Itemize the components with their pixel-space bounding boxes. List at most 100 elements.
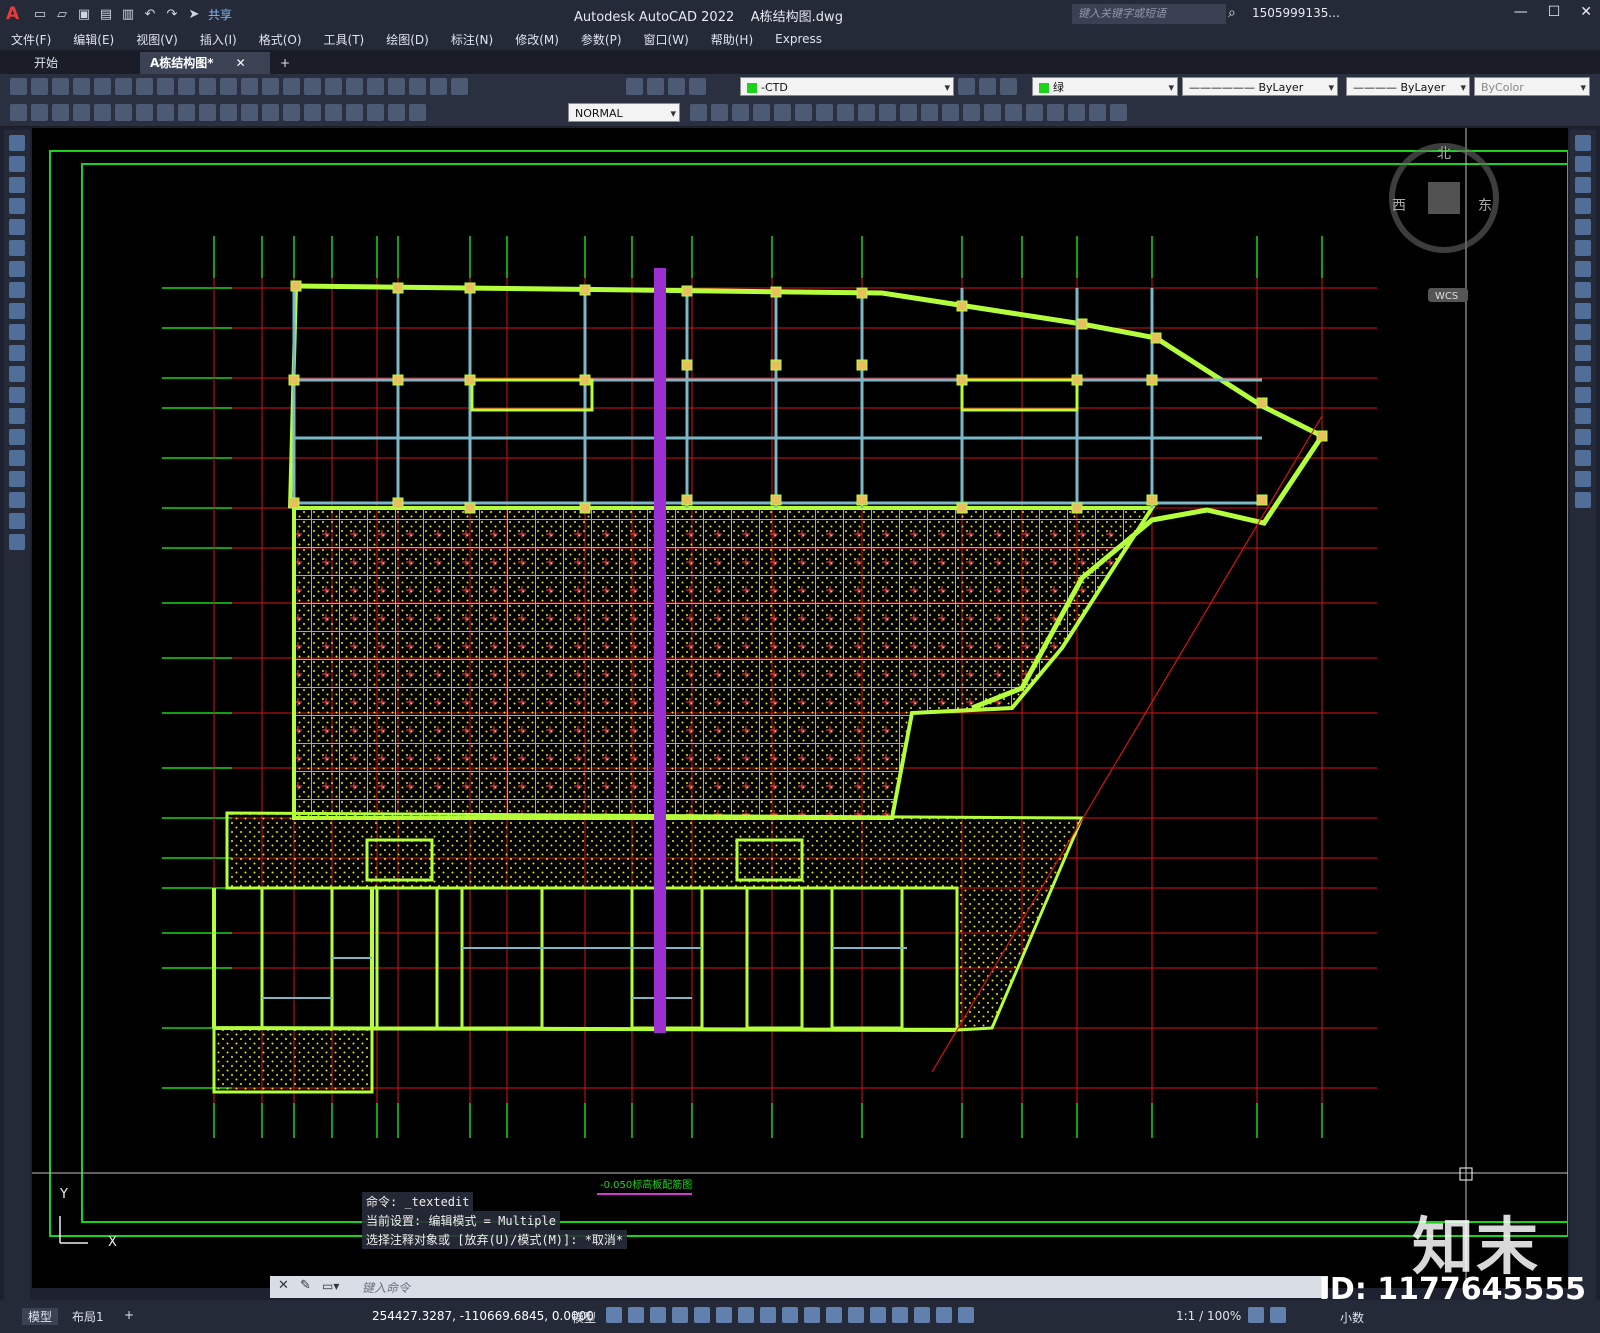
viewcube-face[interactable]: [1428, 182, 1460, 214]
dimstyle-dropdown[interactable]: NORMAL: [568, 103, 680, 123]
dim-baseline-icon[interactable]: [199, 104, 216, 121]
maximize-icon[interactable]: ☐: [1548, 4, 1561, 20]
flatshot-icon[interactable]: [1047, 104, 1064, 121]
table-icon[interactable]: [9, 492, 25, 508]
dim-space-icon[interactable]: [241, 104, 258, 121]
plot-icon[interactable]: ▥: [120, 6, 136, 22]
cut-icon[interactable]: [136, 78, 153, 95]
close-icon[interactable]: ✕: [1580, 4, 1592, 20]
zoom-window-icon[interactable]: [304, 78, 321, 95]
add-selected-icon[interactable]: [9, 534, 25, 550]
model-space-toggle[interactable]: 模型: [572, 1309, 596, 1326]
menu-window[interactable]: 窗口(W): [644, 31, 689, 48]
subtract-icon[interactable]: [963, 104, 980, 121]
sphere-icon[interactable]: [774, 104, 791, 121]
undo-icon[interactable]: ↶: [142, 6, 158, 22]
calc-icon[interactable]: [430, 78, 447, 95]
markup-icon[interactable]: [409, 78, 426, 95]
new-icon[interactable]: [10, 78, 27, 95]
properties-icon[interactable]: [325, 78, 342, 95]
bulb-icon[interactable]: [647, 78, 664, 95]
tab-close-icon[interactable]: ✕: [236, 56, 246, 70]
stretch-icon[interactable]: [1575, 303, 1591, 319]
menu-edit[interactable]: 编辑(E): [73, 31, 114, 48]
customize-icon[interactable]: ✎: [300, 1278, 311, 1293]
match-icon[interactable]: [199, 78, 216, 95]
dim-diameter-icon[interactable]: [136, 104, 153, 121]
save-icon[interactable]: [52, 78, 69, 95]
wcs-label[interactable]: WCS: [1435, 291, 1458, 302]
units-toggle[interactable]: 小数: [1340, 1309, 1364, 1326]
color-dropdown[interactable]: 绿: [1032, 77, 1178, 97]
dim-linear-icon[interactable]: [10, 104, 27, 121]
layer-dropdown[interactable]: -CTD: [740, 77, 954, 97]
mirror3d-icon[interactable]: [1089, 104, 1106, 121]
dim-text-edit-icon[interactable]: [388, 104, 405, 121]
save-as-icon[interactable]: ▤: [98, 6, 114, 22]
wedge-icon[interactable]: [732, 104, 749, 121]
undo-icon[interactable]: [220, 78, 237, 95]
osnap-icon[interactable]: [760, 1307, 776, 1323]
pan-icon[interactable]: [262, 78, 279, 95]
snap-icon[interactable]: [628, 1307, 644, 1323]
layer-previous-icon[interactable]: [979, 78, 996, 95]
menu-modify[interactable]: 修改(M): [515, 31, 559, 48]
menu-file[interactable]: 文件(F): [11, 31, 51, 48]
open-icon[interactable]: ▱: [54, 6, 70, 22]
quick-dim-icon[interactable]: [178, 104, 195, 121]
autocad-logo-icon[interactable]: A: [6, 4, 32, 24]
blend-icon[interactable]: [1575, 471, 1591, 487]
viewcube-west[interactable]: 西: [1392, 198, 1406, 214]
menu-dimension[interactable]: 标注(N): [451, 31, 493, 48]
share-icon[interactable]: ➤: [186, 6, 202, 22]
isodraft-icon[interactable]: [716, 1307, 732, 1323]
tab-drawing[interactable]: A栋结构图* ✕: [140, 52, 270, 74]
tab-model[interactable]: 模型: [22, 1308, 59, 1325]
copy-icon[interactable]: [1575, 156, 1591, 172]
hatch-icon[interactable]: [9, 429, 25, 445]
minimize-icon[interactable]: —: [1514, 4, 1528, 20]
intersect-icon[interactable]: [984, 104, 1001, 121]
ellipse-icon[interactable]: [9, 324, 25, 340]
union-icon[interactable]: [942, 104, 959, 121]
tab-layout1[interactable]: 布局1: [72, 1308, 104, 1325]
menu-insert[interactable]: 插入(I): [200, 31, 237, 48]
menu-help[interactable]: 帮助(H): [711, 31, 753, 48]
dim-arc-icon[interactable]: [52, 104, 69, 121]
lineweight-icon[interactable]: [782, 1307, 798, 1323]
save-icon[interactable]: ▣: [76, 6, 92, 22]
explode-icon[interactable]: [1575, 492, 1591, 508]
design-center-icon[interactable]: [346, 78, 363, 95]
tool-palette-icon[interactable]: [367, 78, 384, 95]
command-line[interactable]: ✕ ✎ ▭▾ 键入命令: [270, 1276, 1328, 1298]
menu-express[interactable]: Express: [775, 32, 822, 46]
construction-line-icon[interactable]: [9, 156, 25, 172]
dim-continue-icon[interactable]: [220, 104, 237, 121]
menu-draw[interactable]: 绘图(D): [386, 31, 429, 48]
auto-scale-icon[interactable]: [958, 1307, 974, 1323]
dim-ordinate-icon[interactable]: [73, 104, 90, 121]
offset-icon[interactable]: [1575, 198, 1591, 214]
circle-icon[interactable]: [9, 261, 25, 277]
cylinder-icon[interactable]: [795, 104, 812, 121]
sun-icon[interactable]: [668, 78, 685, 95]
selection-filter-icon[interactable]: [892, 1307, 908, 1323]
torus-icon[interactable]: [816, 104, 833, 121]
dimstyle-icon[interactable]: [690, 104, 707, 121]
break-point-icon[interactable]: [1575, 366, 1591, 382]
dim-angular-icon[interactable]: [157, 104, 174, 121]
revcloud-icon[interactable]: [9, 282, 25, 298]
layer-manager-icon[interactable]: [626, 78, 643, 95]
menu-view[interactable]: 视图(V): [136, 31, 178, 48]
gear-icon[interactable]: [1248, 1307, 1264, 1323]
publish-icon[interactable]: [115, 78, 132, 95]
scale-icon[interactable]: [1575, 282, 1591, 298]
tab-add-button[interactable]: +: [270, 52, 300, 74]
print-icon[interactable]: [73, 78, 90, 95]
dim-update-icon[interactable]: [409, 104, 426, 121]
new-icon[interactable]: ▭: [32, 6, 48, 22]
insert-block-icon[interactable]: [9, 366, 25, 382]
command-input[interactable]: 键入命令: [362, 1279, 410, 1296]
dim-radius-icon[interactable]: [94, 104, 111, 121]
drawing-canvas[interactable]: -0.050标高板配筋图 Y X 北 西 东 WCS 命令: _textedit…: [32, 128, 1568, 1288]
